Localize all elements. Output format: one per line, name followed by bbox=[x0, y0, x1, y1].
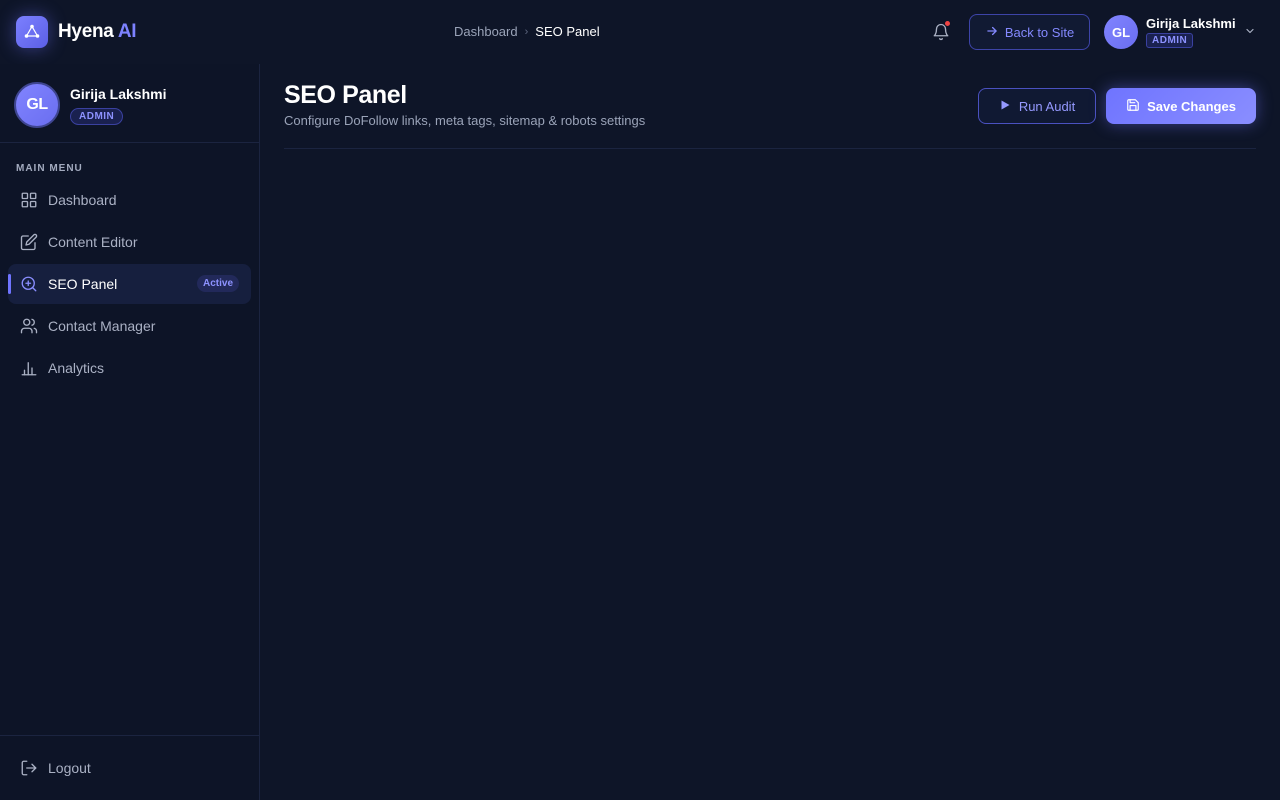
logout-label: Logout bbox=[48, 760, 91, 776]
user-name: Girija Lakshmi bbox=[1146, 16, 1236, 31]
bell-icon[interactable] bbox=[929, 20, 953, 44]
sidebar: GL Girija Lakshmi ADMIN MAIN MENU Dashbo… bbox=[0, 64, 260, 800]
breadcrumb-current: SEO Panel bbox=[535, 24, 600, 39]
avatar: GL bbox=[14, 82, 60, 128]
menu-section-title: MAIN MENU bbox=[16, 163, 83, 174]
play-icon bbox=[999, 99, 1011, 114]
logout-button[interactable]: Logout bbox=[8, 748, 251, 788]
back-to-site-button[interactable]: Back to Site bbox=[969, 14, 1090, 50]
brand-name: Hyena AI bbox=[58, 21, 137, 42]
arrow-right-icon bbox=[985, 24, 999, 41]
sidebar-item-label: SEO Panel bbox=[48, 276, 118, 292]
brand[interactable]: Hyena AI bbox=[16, 16, 137, 48]
sidebar-item-label: Dashboard bbox=[48, 192, 117, 208]
page-subtitle: Configure DoFollow links, meta tags, sit… bbox=[284, 113, 646, 128]
save-changes-label: Save Changes bbox=[1147, 98, 1236, 114]
chevron-down-icon bbox=[1244, 24, 1256, 42]
breadcrumb-parent[interactable]: Dashboard bbox=[454, 24, 518, 39]
sidebar-item-content-editor[interactable]: Content Editor bbox=[8, 222, 251, 262]
run-audit-label: Run Audit bbox=[1018, 98, 1076, 114]
back-to-site-label: Back to Site bbox=[1004, 24, 1075, 40]
network-nodes-icon bbox=[16, 16, 48, 48]
role-badge: ADMIN bbox=[1146, 33, 1194, 48]
avatar: GL bbox=[1104, 15, 1138, 49]
sidebar-item-label: Analytics bbox=[48, 360, 105, 376]
page-title: SEO Panel bbox=[284, 81, 407, 109]
chevron-right-icon: › bbox=[524, 25, 529, 38]
role-badge: ADMIN bbox=[70, 107, 124, 125]
run-audit-button[interactable]: Run Audit bbox=[978, 88, 1096, 124]
sidebar-item-label: Content Editor bbox=[48, 234, 138, 250]
breadcrumb: Dashboard › SEO Panel bbox=[454, 24, 600, 39]
bar-chart-icon bbox=[20, 359, 38, 377]
users-icon bbox=[20, 317, 38, 335]
sidebar-item-contact-manager[interactable]: Contact Manager bbox=[8, 306, 251, 346]
save-icon bbox=[1126, 98, 1140, 115]
sidebar-item-label: Contact Manager bbox=[48, 318, 156, 334]
grid-icon bbox=[20, 191, 38, 209]
sidebar-item-dashboard[interactable]: Dashboard bbox=[8, 180, 251, 220]
main-menu: Dashboard Content Editor SEO Panel Activ… bbox=[8, 180, 251, 390]
sidebar-profile: GL Girija Lakshmi ADMIN bbox=[14, 82, 166, 128]
save-changes-button[interactable]: Save Changes bbox=[1106, 88, 1256, 124]
sidebar-item-analytics[interactable]: Analytics bbox=[8, 348, 251, 388]
profile-name: Girija Lakshmi bbox=[70, 85, 167, 102]
main-content: SEO Panel Configure DoFollow links, meta… bbox=[260, 64, 1280, 800]
logout-icon bbox=[20, 759, 38, 777]
divider bbox=[0, 142, 259, 143]
divider bbox=[0, 735, 259, 736]
edit-icon bbox=[20, 233, 38, 251]
notification-dot bbox=[944, 20, 951, 27]
user-menu[interactable]: GL Girija Lakshmi ADMIN bbox=[1104, 15, 1256, 49]
divider bbox=[284, 148, 1256, 149]
search-plus-icon bbox=[20, 275, 38, 293]
sidebar-item-seo-panel[interactable]: SEO Panel Active bbox=[8, 264, 251, 304]
top-bar: Hyena AI Dashboard › SEO Panel Back to S… bbox=[0, 0, 1280, 64]
active-badge: Active bbox=[196, 275, 239, 292]
